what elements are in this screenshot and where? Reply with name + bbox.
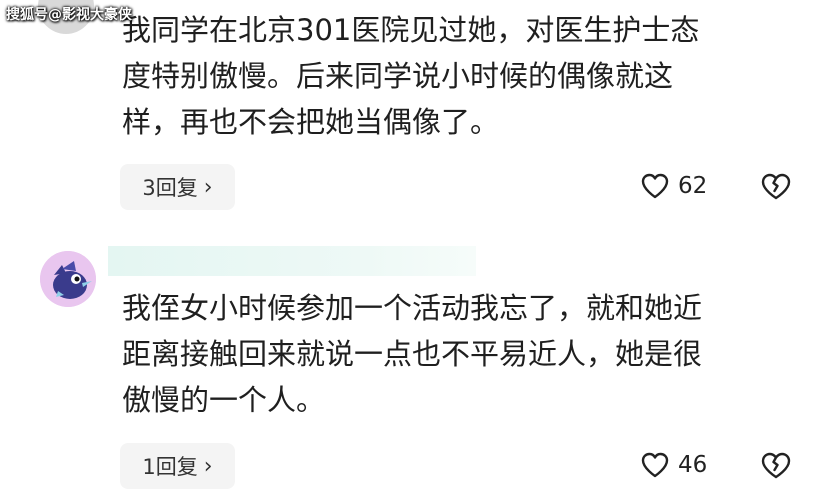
replies-button[interactable]: 3回复 › (120, 164, 235, 210)
replies-button[interactable]: 1回复 › (120, 443, 235, 489)
like-count: 62 (678, 173, 708, 199)
like-button[interactable]: 62 (640, 172, 707, 200)
watermark: 搜狐号@影视大豪侠 (6, 7, 132, 23)
username-placeholder[interactable] (108, 246, 476, 276)
dislike-button[interactable] (760, 172, 792, 206)
replies-label: 3回复 (142, 176, 198, 200)
comment-text-line: 我侄女小时候参加一个活动我忘了，就和她近 (122, 291, 703, 325)
replies-label: 1回复 (142, 455, 198, 479)
comment-text-line: 度特别傲慢。后来同学说小时候的偶像就这 (122, 59, 674, 93)
comment-text-line: 傲慢的一个人。 (122, 383, 326, 417)
broken-heart-icon (761, 452, 791, 479)
dislike-button[interactable] (760, 451, 792, 485)
chevron-right-icon: › (203, 453, 213, 479)
bird-avatar-icon (40, 251, 96, 307)
broken-heart-icon (761, 173, 791, 200)
heart-outline-icon (641, 452, 669, 478)
like-count: 46 (678, 452, 708, 478)
comment-text-line: 我同学在北京301医院见过她，对医生护士态 (122, 13, 700, 47)
comment-text-line: 样，再也不会把她当偶像了。 (122, 105, 500, 139)
comment-text-line: 距离接触回来就说一点也不平易近人，她是很 (122, 337, 703, 371)
avatar[interactable] (40, 251, 96, 307)
heart-outline-icon (641, 173, 669, 199)
like-button[interactable]: 46 (640, 451, 707, 479)
chevron-right-icon: › (203, 174, 213, 200)
